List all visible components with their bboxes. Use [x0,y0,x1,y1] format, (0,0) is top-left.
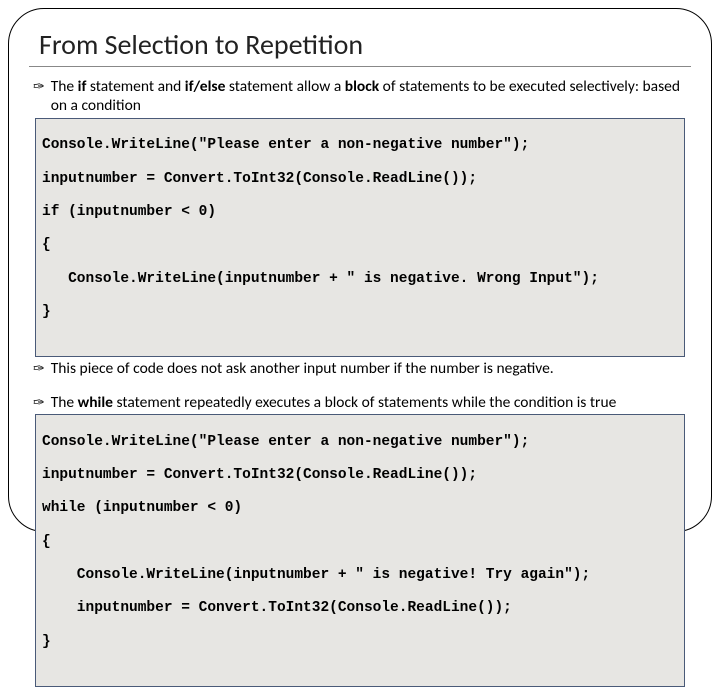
bullet-icon: ✑ [33,394,45,412]
t: The [51,393,78,412]
slide-title: From Selection to Repetition [39,27,691,62]
bullet-icon: ✑ [33,78,45,96]
bullet-1-text: The if statement and if/else statement a… [51,77,691,116]
code-line: inputnumber = Convert.ToInt32(Console.Re… [42,171,680,188]
code-line: if (inputnumber < 0) [42,204,680,221]
code-line: } [42,304,680,321]
code-line: Console.WriteLine(inputnumber + " is neg… [42,567,680,584]
code-line: inputnumber = Convert.ToInt32(Console.Re… [42,600,680,617]
t: statement and [86,77,184,96]
code-block-if: Console.WriteLine("Please enter a non-ne… [35,118,685,357]
bullet-3-text: The while statement repeatedly executes … [51,393,691,412]
t: block [345,77,379,96]
t: statement allow a [225,77,344,96]
t: statement repeatedly executes a block of… [113,393,616,412]
code-line: Console.WriteLine("Please enter a non-ne… [42,434,680,451]
code-line: Console.WriteLine(inputnumber + " is neg… [42,271,680,288]
bullet-2: ✑ This piece of code does not ask anothe… [33,359,691,378]
spacer [29,381,691,391]
t: if/else [185,77,226,96]
title-divider [29,66,691,67]
slide-frame: From Selection to Repetition ✑ The if st… [8,8,712,532]
code-line: Console.WriteLine("Please enter a non-ne… [42,137,680,154]
code-line: { [42,237,680,254]
bullet-3: ✑ The while statement repeatedly execute… [33,393,691,412]
code-line: while (inputnumber < 0) [42,500,680,517]
bullet-2-text: This piece of code does not ask another … [51,359,691,378]
code-block-while: Console.WriteLine("Please enter a non-ne… [35,414,685,687]
code-line: inputnumber = Convert.ToInt32(Console.Re… [42,467,680,484]
t: while [78,393,113,412]
code-line: { [42,534,680,551]
t: The [51,77,78,96]
bullet-icon: ✑ [33,360,45,378]
bullet-1: ✑ The if statement and if/else statement… [33,77,691,116]
code-line: } [42,634,680,651]
